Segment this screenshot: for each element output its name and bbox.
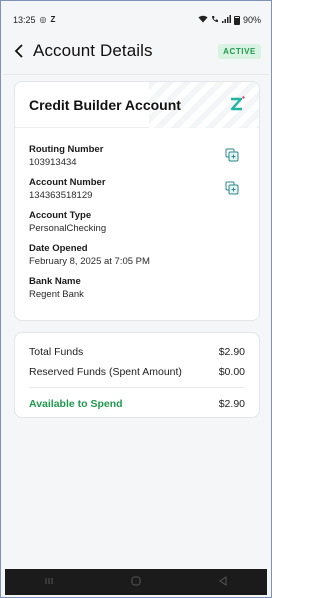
funds-card: Total Funds $2.90 Reserved Funds (Spent … — [14, 332, 260, 418]
reserved-funds-row: Reserved Funds (Spent Amount) $0.00 — [29, 362, 245, 382]
field-label: Account Type — [29, 210, 92, 221]
total-funds-value: $2.90 — [218, 346, 245, 358]
field-value: 103913434 — [29, 157, 77, 168]
total-funds-row: Total Funds $2.90 — [29, 342, 245, 362]
available-to-spend-label: Available to Spend — [29, 398, 123, 410]
date-opened-field: Date Opened February 8, 2025 at 7:05 PM — [29, 243, 245, 268]
signal-icon — [221, 15, 231, 25]
reserved-funds-label: Reserved Funds (Spent Amount) — [29, 366, 182, 378]
wifi-icon — [198, 15, 208, 25]
account-card-title: Credit Builder Account — [29, 96, 181, 113]
available-to-spend-row: Available to Spend $2.90 — [29, 394, 245, 414]
copy-icon — [225, 148, 239, 162]
available-to-spend-value: $2.90 — [218, 398, 245, 410]
account-type-field: Account Type PersonalChecking — [29, 210, 245, 235]
zip-notification-icon: Z — [50, 15, 56, 24]
bank-name-field: Bank Name Regent Bank — [29, 276, 245, 301]
routing-number-field: Routing Number 103913434 — [29, 144, 245, 169]
field-label: Bank Name — [29, 276, 81, 287]
copy-icon — [225, 181, 239, 195]
field-value: 134363518129 — [29, 190, 93, 201]
field-value: Regent Bank — [29, 289, 84, 300]
status-badge: ACTIVE — [218, 43, 261, 59]
call-icon — [211, 15, 219, 25]
account-card: Credit Builder Account Routing Number 10… — [14, 81, 260, 321]
field-label: Routing Number — [29, 144, 104, 155]
whatsapp-icon: ◎ — [39, 15, 47, 24]
copy-account-number-button[interactable] — [225, 181, 239, 195]
page-header: Account Details ACTIVE — [9, 37, 261, 65]
reserved-funds-value: $0.00 — [218, 366, 245, 378]
status-bar: 13:25 ◎ Z 90% — [13, 13, 261, 27]
total-funds-label: Total Funds — [29, 346, 84, 358]
header-divider — [3, 74, 269, 75]
home-icon — [131, 576, 141, 586]
clock: 13:25 — [13, 15, 36, 25]
recents-icon — [45, 578, 53, 584]
field-value: February 8, 2025 at 7:05 PM — [29, 256, 150, 267]
battery-icon — [233, 15, 240, 25]
system-nav-bar — [5, 569, 267, 595]
recents-button[interactable] — [37, 576, 61, 588]
field-label: Account Number — [29, 177, 106, 188]
back-button[interactable] — [9, 39, 29, 63]
account-card-header: Credit Builder Account — [15, 82, 259, 128]
funds-divider — [29, 387, 245, 388]
copy-routing-number-button[interactable] — [225, 148, 239, 162]
system-back-button[interactable] — [211, 576, 235, 588]
battery-percent: 90% — [242, 15, 261, 25]
zip-logo-icon — [230, 96, 245, 111]
page-title: Account Details — [33, 41, 153, 60]
back-triangle-icon — [219, 576, 227, 586]
account-number-field: Account Number 134363518129 — [29, 177, 245, 202]
field-value: PersonalChecking — [29, 223, 107, 234]
chevron-left-icon — [14, 44, 23, 58]
home-button[interactable] — [124, 576, 148, 588]
phone-screen: 13:25 ◎ Z 90% Account Details ACTIVE Cre… — [0, 0, 272, 598]
field-label: Date Opened — [29, 243, 88, 254]
